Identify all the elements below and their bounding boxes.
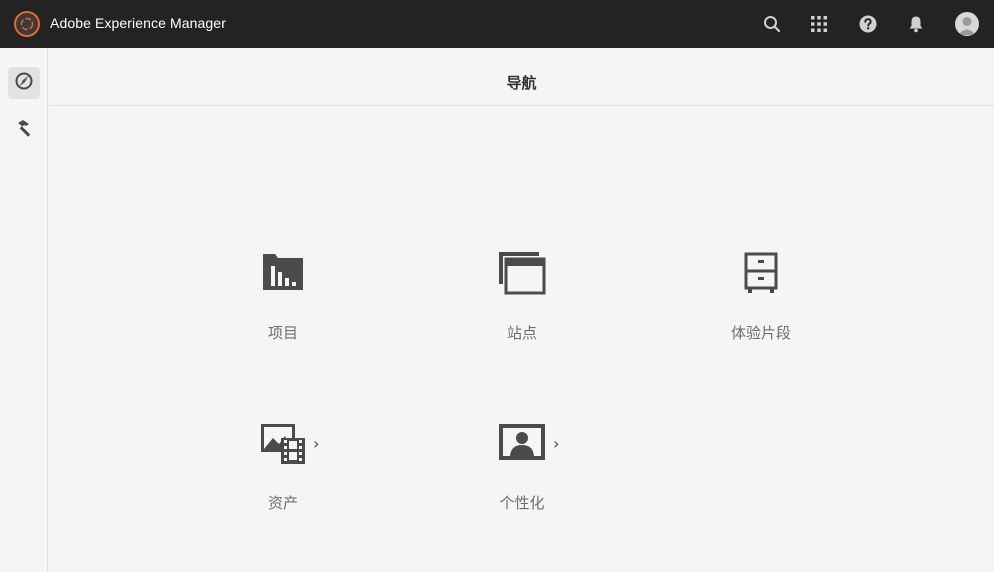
- tile-label: 体验片段: [730, 324, 791, 342]
- sites-icon: [498, 250, 546, 302]
- navigation-compass-icon: [14, 71, 34, 96]
- chevron-right-icon: ›: [553, 434, 560, 453]
- app-title[interactable]: Adobe Experience Manager: [50, 15, 226, 31]
- bell-icon[interactable]: [904, 12, 928, 36]
- tile-assets[interactable]: › 资产: [183, 420, 383, 550]
- page-header: 导航: [49, 48, 994, 106]
- tools-hammer-icon: [14, 118, 34, 143]
- tile-personalization[interactable]: › 个性化: [422, 420, 622, 550]
- tile-label: 资产: [267, 494, 298, 512]
- top-bar: Adobe Experience Manager: [0, 0, 994, 48]
- tile-projects[interactable]: 项目: [183, 250, 383, 380]
- help-icon[interactable]: [856, 12, 880, 36]
- page-title: 导航: [506, 74, 537, 92]
- rail-navigation-button[interactable]: [8, 67, 40, 99]
- tile-experience-fragments[interactable]: 体验片段: [661, 250, 861, 380]
- projects-icon: [261, 250, 305, 302]
- aem-logo-icon[interactable]: [14, 11, 40, 37]
- assets-icon: [259, 420, 307, 472]
- rail-tools-button[interactable]: [8, 114, 40, 146]
- personalization-icon: [497, 420, 547, 472]
- side-rail: [0, 48, 48, 572]
- avatar[interactable]: [955, 12, 979, 36]
- tile-sites[interactable]: 站点: [422, 250, 622, 380]
- tile-label: 个性化: [499, 494, 545, 512]
- apps-grid-icon[interactable]: [807, 12, 831, 36]
- tile-label: 站点: [506, 324, 537, 342]
- chevron-right-icon: ›: [313, 434, 320, 453]
- experience-fragments-icon: [743, 250, 779, 302]
- tile-label: 项目: [267, 324, 298, 342]
- search-icon[interactable]: [760, 12, 784, 36]
